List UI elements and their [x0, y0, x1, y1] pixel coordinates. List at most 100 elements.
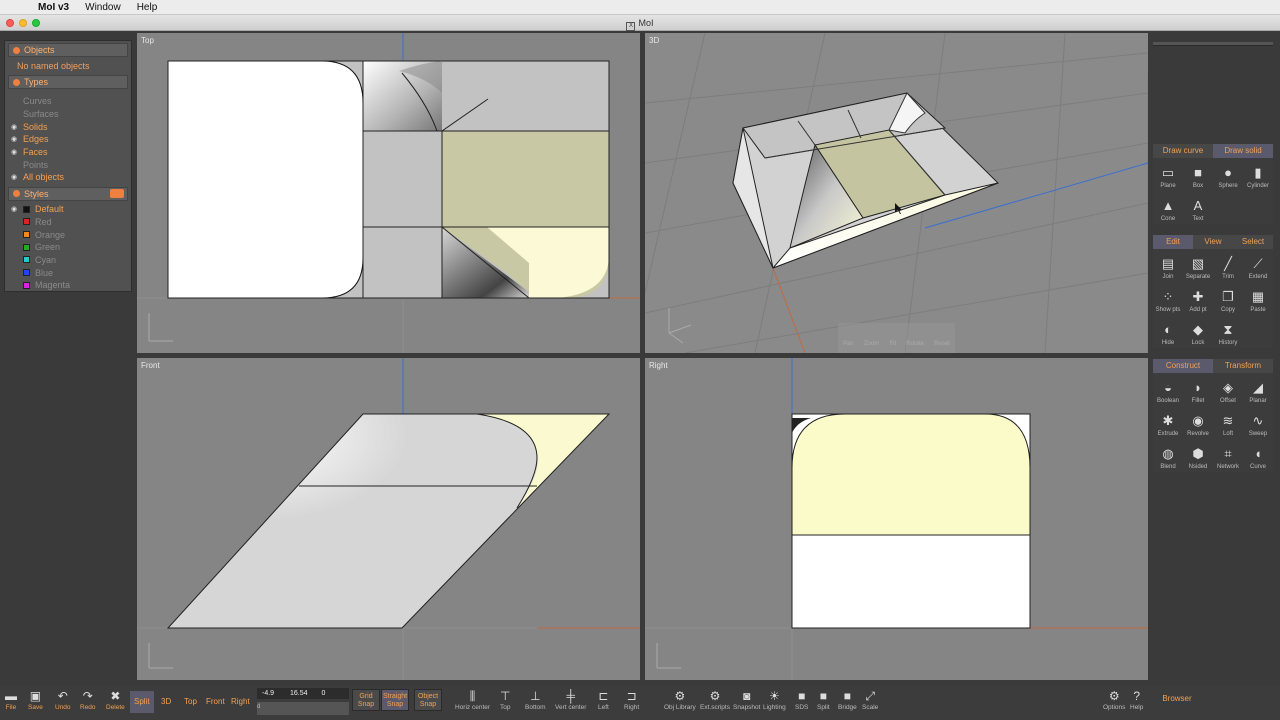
- tool-paste[interactable]: ▦ Paste: [1243, 282, 1273, 315]
- view-right-button[interactable]: Right: [227, 691, 254, 713]
- menu-app[interactable]: MoI v3: [30, 2, 77, 13]
- save-button[interactable]: ▣ Save: [28, 688, 43, 711]
- type-row-faces[interactable]: ◉ Faces: [5, 146, 131, 159]
- nav-pan[interactable]: Pan: [843, 329, 854, 349]
- viewport-front[interactable]: Front: [137, 358, 640, 680]
- tool-copy[interactable]: ❐ Copy: [1213, 282, 1243, 315]
- object-snap-toggle[interactable]: Object Snap: [414, 689, 442, 711]
- style-swatch[interactable]: [23, 243, 30, 251]
- type-row-solids[interactable]: ◉ Solids: [5, 120, 131, 133]
- tool-lock[interactable]: ◆ Lock: [1183, 315, 1213, 348]
- types-header[interactable]: Types: [8, 75, 128, 89]
- align-vert-center-button[interactable]: ╪ Vert center: [555, 688, 586, 711]
- nav-rotate[interactable]: Rotate: [906, 329, 924, 349]
- eye-icon[interactable]: ◉: [11, 205, 23, 213]
- style-swatch[interactable]: [23, 218, 30, 226]
- style-swatch[interactable]: [23, 269, 30, 277]
- snapshot-button[interactable]: ◙ Snapshot: [733, 688, 760, 711]
- tool-hide[interactable]: ◐ Hide: [1153, 315, 1183, 348]
- style-row-cyan[interactable]: Cyan: [5, 254, 131, 267]
- tool-planar[interactable]: ◢ Planar: [1243, 373, 1273, 406]
- file-button[interactable]: ▬ File: [5, 688, 17, 711]
- style-swatch[interactable]: [23, 205, 30, 213]
- nav-zoom[interactable]: Zoom: [864, 329, 879, 349]
- style-row-red[interactable]: Red: [5, 216, 131, 229]
- align-left-button[interactable]: ⊏ Left: [598, 688, 609, 711]
- obj-library-button[interactable]: ⚙ Obj Library: [664, 688, 696, 711]
- distance-field[interactable]: d: [257, 702, 349, 715]
- tab-draw-solid[interactable]: Draw solid: [1213, 144, 1273, 158]
- tool-cylinder[interactable]: ▮ Cylinder: [1243, 158, 1273, 191]
- viewport-right[interactable]: Right: [645, 358, 1148, 680]
- tool-show-pts[interactable]: ⁘ Show pts: [1153, 282, 1183, 315]
- eye-icon[interactable]: ◉: [11, 173, 23, 181]
- sds-button[interactable]: ■ SDS: [795, 688, 808, 711]
- align-horiz-center-button[interactable]: ⫼ Horiz center: [455, 688, 490, 711]
- tool-extend[interactable]: ⟋ Extend: [1243, 249, 1273, 282]
- styles-header[interactable]: Styles: [8, 186, 128, 201]
- grid-snap-toggle[interactable]: Grid Snap: [352, 689, 380, 711]
- help-button[interactable]: ? Help: [1130, 688, 1143, 711]
- type-row-curves[interactable]: Curves: [5, 95, 131, 108]
- straight-snap-toggle[interactable]: Straight Snap: [381, 689, 409, 711]
- tool-fillet[interactable]: ◗ Fillet: [1183, 373, 1213, 406]
- nav-fit[interactable]: Fit: [889, 329, 896, 349]
- type-row-surfaces[interactable]: Surfaces: [5, 108, 131, 121]
- tool-text[interactable]: A Text: [1183, 191, 1213, 224]
- ext-scripts-button[interactable]: ⚙ Ext.scripts: [700, 688, 730, 711]
- tool-plane[interactable]: ▭ Plane: [1153, 158, 1183, 191]
- tool-separate[interactable]: ▧ Separate: [1183, 249, 1213, 282]
- tool-join[interactable]: ▤ Join: [1153, 249, 1183, 282]
- browser-button[interactable]: Browser: [1153, 694, 1201, 703]
- type-row-all-objects[interactable]: ◉ All objects: [5, 171, 131, 184]
- style-row-blue[interactable]: Blue: [5, 266, 131, 279]
- tab-construct[interactable]: Construct: [1153, 359, 1213, 373]
- tool-curve[interactable]: ◖ Curve: [1243, 439, 1273, 472]
- view-front-button[interactable]: Front: [202, 691, 229, 713]
- styles-edit-button[interactable]: [110, 189, 124, 199]
- tab-transform[interactable]: Transform: [1213, 359, 1273, 373]
- style-swatch[interactable]: [23, 281, 30, 289]
- menu-window[interactable]: Window: [77, 2, 129, 13]
- split-tool-button[interactable]: ■ Split: [817, 688, 830, 711]
- tab-view[interactable]: View: [1193, 235, 1233, 249]
- style-row-default[interactable]: ◉ Default: [5, 203, 131, 216]
- bridge-button[interactable]: ■ Bridge: [838, 688, 857, 711]
- tool-trim[interactable]: ╱ Trim: [1213, 249, 1243, 282]
- style-swatch[interactable]: [23, 231, 30, 239]
- align-bottom-button[interactable]: ⊥ Bottom: [525, 688, 546, 711]
- align-top-button[interactable]: ⊤ Top: [500, 688, 510, 711]
- redo-button[interactable]: ↷ Redo: [80, 688, 96, 711]
- scale-button[interactable]: ⤢ Scale: [862, 688, 878, 711]
- tool-boolean[interactable]: ◒ Boolean: [1153, 373, 1183, 406]
- eye-icon[interactable]: ◉: [11, 135, 23, 143]
- view-top-button[interactable]: Top: [180, 691, 201, 713]
- tool-extrude[interactable]: ✱ Extrude: [1153, 406, 1183, 439]
- tool-sweep[interactable]: ∿ Sweep: [1243, 406, 1273, 439]
- tool-network[interactable]: ⌗ Network: [1213, 439, 1243, 472]
- undo-button[interactable]: ↶ Undo: [55, 688, 71, 711]
- tool-revolve[interactable]: ◉ Revolve: [1183, 406, 1213, 439]
- view-split-button[interactable]: Split: [130, 691, 154, 713]
- objects-header[interactable]: Objects: [8, 43, 128, 57]
- type-row-points[interactable]: Points: [5, 158, 131, 171]
- type-row-edges[interactable]: ◉ Edges: [5, 133, 131, 146]
- align-right-button[interactable]: ⊐ Right: [624, 688, 639, 711]
- viewport-3d[interactable]: Pan Zoom Fit Rotate Reset 3D: [645, 33, 1148, 353]
- tool-loft[interactable]: ≋ Loft: [1213, 406, 1243, 439]
- style-row-magenta[interactable]: Magenta: [5, 279, 131, 292]
- tab-draw-curve[interactable]: Draw curve: [1153, 144, 1213, 158]
- menu-help[interactable]: Help: [129, 2, 166, 13]
- delete-button[interactable]: ✖ Delete: [106, 688, 125, 711]
- style-row-green[interactable]: Green: [5, 241, 131, 254]
- tool-history[interactable]: ⧗ History: [1213, 315, 1243, 348]
- viewport-top[interactable]: Top: [137, 33, 640, 353]
- eye-icon[interactable]: ◉: [11, 123, 23, 131]
- tool-sphere[interactable]: ● Sphere: [1213, 158, 1243, 191]
- style-row-orange[interactable]: Orange: [5, 228, 131, 241]
- tool-nsided[interactable]: ⬢ Nsided: [1183, 439, 1213, 472]
- lighting-button[interactable]: ☀ Lighting: [763, 688, 786, 711]
- tool-add-pt[interactable]: ✚ Add pt: [1183, 282, 1213, 315]
- tab-edit[interactable]: Edit: [1153, 235, 1193, 249]
- coordinate-input[interactable]: -4.9 16.54 0 d: [257, 688, 349, 716]
